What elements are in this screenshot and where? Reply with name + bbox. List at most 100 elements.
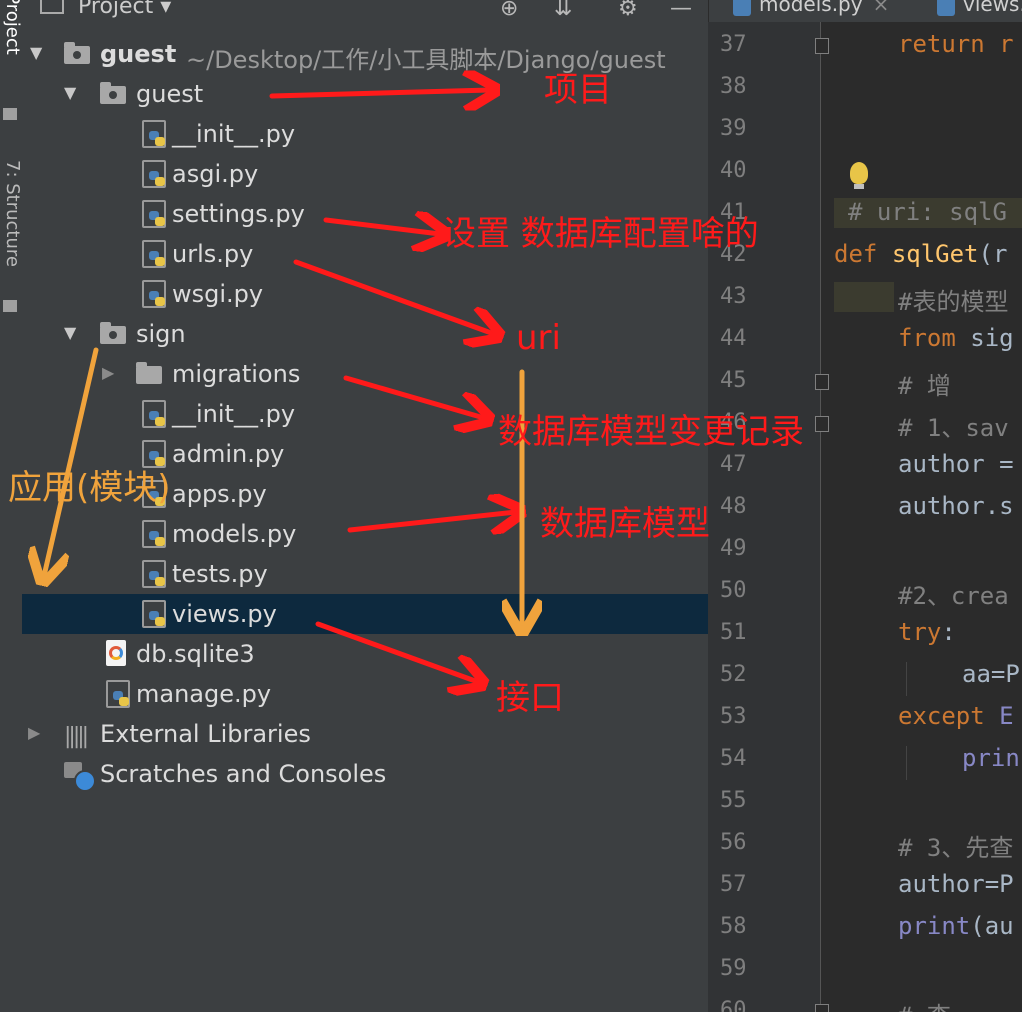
folder-icon: [100, 322, 126, 344]
code-line: except E: [898, 702, 1014, 730]
locate-target-icon[interactable]: ⊕: [500, 0, 518, 21]
scratches-label: Scratches and Consoles: [100, 760, 387, 788]
tree-row-file-selected[interactable]: views.py: [22, 594, 708, 634]
line-number: 60: [720, 998, 747, 1012]
python-file-icon: [937, 0, 955, 16]
file-label: __init__.py: [172, 120, 296, 148]
file-label: asgi.py: [172, 160, 259, 188]
folder-label: migrations: [172, 360, 301, 388]
annotation-uri: uri: [516, 318, 561, 358]
tree-row-db[interactable]: db.sqlite3: [22, 634, 708, 674]
library-icon: |||||: [64, 724, 89, 749]
project-view-dropdown[interactable]: Project ▾: [78, 0, 171, 19]
file-label: __init__.py: [172, 400, 296, 428]
root-folder-label: guest: [100, 40, 177, 68]
line-number: 52: [720, 662, 747, 687]
code-line: aa=P: [962, 660, 1020, 688]
folder-icon: [100, 82, 126, 104]
folder-icon: [136, 362, 162, 384]
tree-row-file[interactable]: asgi.py: [22, 154, 708, 194]
file-label: models.py: [172, 520, 297, 548]
line-number: 48: [720, 494, 747, 519]
sqlite-file-icon: [106, 640, 126, 666]
python-file-icon: [142, 280, 166, 308]
fold-marker-icon[interactable]: [815, 416, 829, 432]
file-label: admin.py: [172, 440, 285, 468]
code-line: # 增: [898, 372, 951, 400]
code-line: author=P: [898, 870, 1014, 898]
collapse-arrow-icon[interactable]: ▶: [102, 363, 114, 382]
file-label: db.sqlite3: [136, 640, 255, 668]
file-label: wsgi.py: [172, 280, 264, 308]
file-label: urls.py: [172, 240, 254, 268]
fold-marker-icon[interactable]: [815, 38, 829, 54]
line-number: 50: [720, 578, 747, 603]
collapse-all-icon[interactable]: ⇊: [554, 0, 572, 21]
code-line: def sqlGet(r: [834, 240, 1008, 268]
line-number: 57: [720, 872, 747, 897]
folder-icon: [64, 42, 90, 64]
line-number: 49: [720, 536, 747, 561]
structure-tab-icon: [3, 300, 17, 312]
tree-row-sign[interactable]: ▼ sign: [22, 314, 708, 354]
code-line: author =: [898, 450, 1014, 478]
tree-row-file[interactable]: tests.py: [22, 554, 708, 594]
line-number: 37: [720, 32, 747, 57]
collapse-arrow-icon[interactable]: ▶: [28, 723, 40, 742]
folder-label: guest: [136, 80, 204, 108]
code-line: prin: [962, 744, 1020, 772]
annotation-migrations: 数据库模型变更记录: [498, 412, 804, 452]
tree-row-external-libraries[interactable]: ▶ ||||| External Libraries: [22, 714, 708, 754]
python-file-icon: [106, 680, 130, 708]
code-line: # 1、sav: [898, 414, 1009, 442]
file-label: manage.py: [136, 680, 272, 708]
line-number: 40: [720, 158, 747, 183]
lightbulb-icon[interactable]: [850, 162, 868, 189]
code-line: # uri: sqlG: [848, 198, 1007, 226]
gear-icon[interactable]: ⚙: [618, 0, 638, 21]
file-label: settings.py: [172, 200, 305, 228]
python-file-icon: [142, 160, 166, 188]
line-number: 59: [720, 956, 747, 981]
tree-row-migrations[interactable]: ▶ migrations: [22, 354, 708, 394]
line-number: 53: [720, 704, 747, 729]
fold-marker-icon[interactable]: [815, 374, 829, 390]
scratches-icon: [64, 762, 96, 792]
tree-row-scratches[interactable]: Scratches and Consoles: [22, 754, 708, 794]
python-file-icon: [733, 0, 751, 16]
annotation-settings: 设置 数据库配置啥的: [442, 214, 759, 254]
tree-row-file[interactable]: __init__.py: [22, 114, 708, 154]
expand-arrow-icon[interactable]: ▼: [30, 43, 42, 62]
external-libraries-label: External Libraries: [100, 720, 311, 748]
code-line: #2、crea: [898, 582, 1009, 610]
line-number: 44: [720, 326, 747, 351]
expand-arrow-icon[interactable]: ▼: [64, 83, 76, 102]
line-number: 43: [720, 284, 747, 309]
code-editor[interactable]: 37 38 39 40 41 42 43 44 45 46 47 48 49 5…: [708, 22, 1022, 1012]
close-tab-icon[interactable]: ×: [873, 0, 890, 16]
line-number: 47: [720, 452, 747, 477]
folder-label: sign: [136, 320, 186, 348]
line-number: 51: [720, 620, 747, 645]
minimize-icon[interactable]: —: [670, 0, 692, 21]
annotation-interface: 接口: [496, 678, 564, 718]
file-label: apps.py: [172, 480, 267, 508]
line-number: 39: [720, 116, 747, 141]
expand-arrow-icon[interactable]: ▼: [64, 323, 76, 342]
line-number: 58: [720, 914, 747, 939]
code-line: from sig: [898, 324, 1014, 352]
python-file-icon: [142, 600, 166, 628]
tree-row-file[interactable]: wsgi.py: [22, 274, 708, 314]
annotation-project: 项目: [544, 70, 612, 110]
fold-marker-icon[interactable]: [815, 1004, 829, 1012]
python-file-icon: [142, 240, 166, 268]
python-file-icon: [142, 200, 166, 228]
python-file-icon: [142, 560, 166, 588]
python-file-icon: [142, 520, 166, 548]
tree-row-manage[interactable]: manage.py: [22, 674, 708, 714]
project-tool-tab[interactable]: 1: Project: [2, 0, 23, 55]
code-line: return r: [898, 30, 1014, 58]
tab-models[interactable]: models.py ×: [733, 0, 889, 22]
code-line: # 3、先查: [898, 834, 1014, 862]
structure-tool-tab[interactable]: 7: Structure: [2, 160, 23, 267]
